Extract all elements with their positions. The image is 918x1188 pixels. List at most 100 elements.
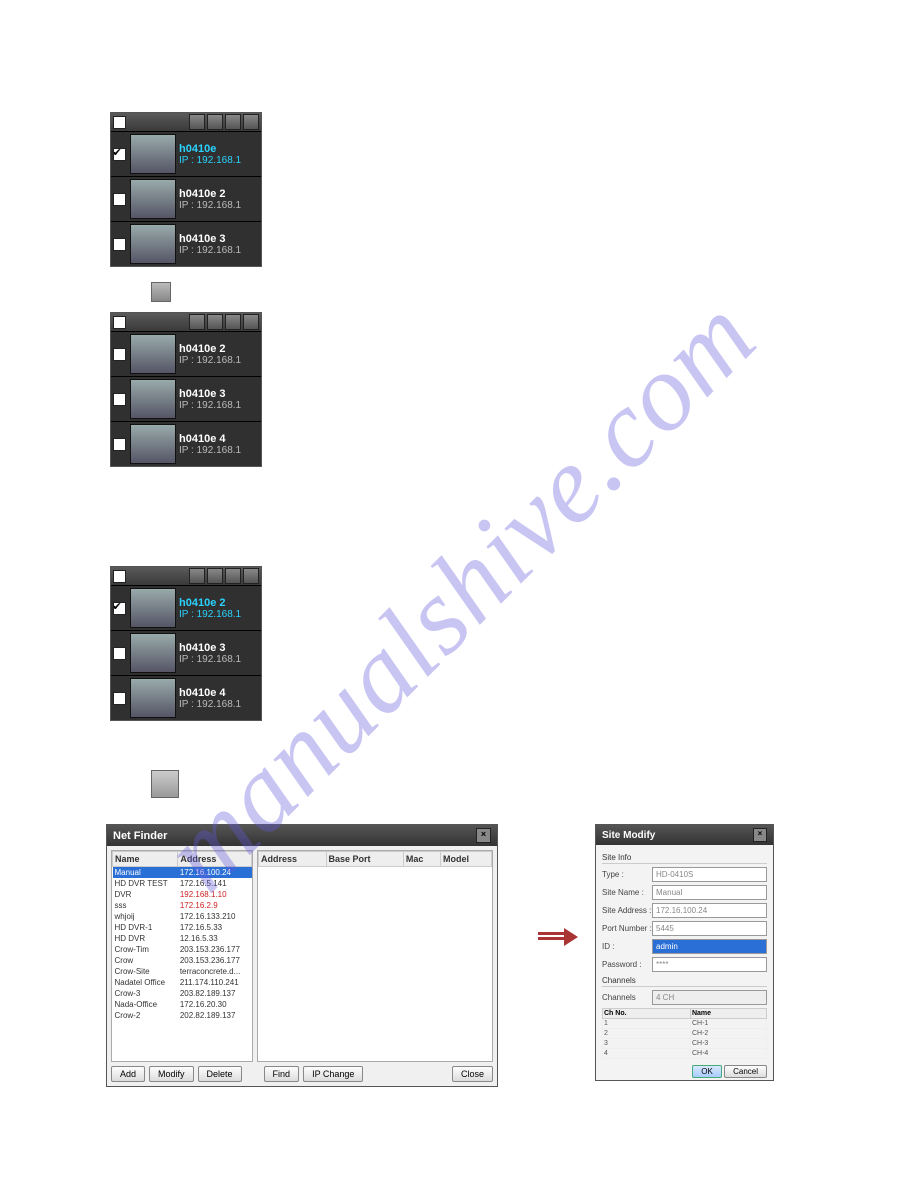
- field-label: Port Number :: [602, 924, 652, 933]
- device-panel-2: h0410e 2 IP : 192.168.1 h0410e 3 IP : 19…: [110, 312, 262, 467]
- device-name: h0410e: [179, 143, 261, 155]
- device-row[interactable]: h0410e 3 IP : 192.168.1: [111, 630, 261, 675]
- device-row[interactable]: h0410e 2 IP : 192.168.1: [111, 331, 261, 376]
- close-icon[interactable]: ×: [753, 828, 767, 842]
- port-input[interactable]: 5445: [652, 921, 767, 936]
- device-row[interactable]: h0410e IP : 192.168.1: [111, 131, 261, 176]
- table-row[interactable]: Manual172.16.100.24: [113, 867, 252, 879]
- table-row[interactable]: sss172.16.2.9: [113, 900, 252, 911]
- row-checkbox[interactable]: [113, 348, 126, 361]
- delete-button[interactable]: Delete: [198, 1066, 242, 1082]
- device-row[interactable]: h0410e 3 IP : 192.168.1: [111, 221, 261, 266]
- toolbar-icon[interactable]: [207, 314, 223, 330]
- table-row[interactable]: Crow-2202.82.189.137: [113, 1010, 252, 1021]
- device-row[interactable]: h0410e 3 IP : 192.168.1: [111, 376, 261, 421]
- sitename-input[interactable]: Manual: [652, 885, 767, 900]
- table-row[interactable]: Crow-3203.82.189.137: [113, 988, 252, 999]
- channels-table: Ch No. Name 1CH-12CH-23CH-34CH-4: [602, 1008, 767, 1059]
- row-checkbox[interactable]: [113, 193, 126, 206]
- toolbar-icon[interactable]: [189, 314, 205, 330]
- cell-name: Crow-2: [113, 1010, 178, 1021]
- cancel-button[interactable]: Cancel: [724, 1065, 767, 1078]
- device-thumbnail: [130, 179, 176, 219]
- table-row[interactable]: whjoij172.16.133.210: [113, 911, 252, 922]
- device-thumbnail: [130, 588, 176, 628]
- close-icon[interactable]: ×: [476, 828, 491, 843]
- device-row[interactable]: h0410e 4 IP : 192.168.1: [111, 421, 261, 466]
- table-row[interactable]: HD DVR TEST172.16.5.141: [113, 878, 252, 889]
- modify-button[interactable]: Modify: [149, 1066, 194, 1082]
- saved-sites-list[interactable]: Name Address Manual172.16.100.24HD DVR T…: [111, 850, 253, 1062]
- device-ip: IP : 192.168.1: [179, 245, 261, 256]
- cell-address: 172.16.2.9: [178, 900, 252, 911]
- device-row[interactable]: h0410e 4 IP : 192.168.1: [111, 675, 261, 720]
- toolbar-icon[interactable]: [243, 314, 259, 330]
- table-row[interactable]: DVR192.168.1.10: [113, 889, 252, 900]
- device-thumbnail: [130, 334, 176, 374]
- table-row[interactable]: Crow-Siteterraconcrete.d...: [113, 966, 252, 977]
- cell-name: HD DVR-1: [113, 922, 178, 933]
- col-header: Base Port: [326, 852, 403, 867]
- toolbar-icon[interactable]: [207, 568, 223, 584]
- toolbar-icon[interactable]: [189, 114, 205, 130]
- table-row[interactable]: Crow-Tim203.153.236.177: [113, 944, 252, 955]
- select-all-checkbox[interactable]: [113, 316, 126, 329]
- ok-button[interactable]: OK: [692, 1065, 722, 1078]
- close-button[interactable]: Close: [452, 1066, 493, 1082]
- cell-chname: CH-2: [690, 1029, 766, 1039]
- row-checkbox[interactable]: [113, 393, 126, 406]
- toolbar-icon[interactable]: [225, 114, 241, 130]
- toolbar-icon[interactable]: [243, 114, 259, 130]
- siteaddress-input[interactable]: 172.16.100.24: [652, 903, 767, 918]
- channels-select[interactable]: 4 CH: [652, 990, 767, 1005]
- row-checkbox[interactable]: [113, 692, 126, 705]
- cell-address: 172.16.5.141: [178, 878, 252, 889]
- device-name: h0410e 4: [179, 433, 261, 445]
- device-thumbnail: [130, 633, 176, 673]
- row-checkbox[interactable]: [113, 647, 126, 660]
- password-input[interactable]: ****: [652, 957, 767, 972]
- cell-chno: 4: [603, 1049, 691, 1059]
- row-checkbox[interactable]: [113, 602, 126, 615]
- device-thumbnail: [130, 424, 176, 464]
- table-row: 2CH-2: [603, 1029, 767, 1039]
- table-row[interactable]: HD DVR-1172.16.5.33: [113, 922, 252, 933]
- toolbar-icon[interactable]: [243, 568, 259, 584]
- ipchange-button[interactable]: IP Change: [303, 1066, 363, 1082]
- cell-name: HD DVR: [113, 933, 178, 944]
- select-all-checkbox[interactable]: [113, 570, 126, 583]
- type-select[interactable]: HD-0410S: [652, 867, 767, 882]
- id-input[interactable]: admin: [652, 939, 767, 954]
- col-header: Ch No.: [603, 1009, 691, 1019]
- modify-site-icon[interactable]: [151, 770, 179, 798]
- device-name: h0410e 2: [179, 188, 261, 200]
- row-checkbox[interactable]: [113, 148, 126, 161]
- device-ip: IP : 192.168.1: [179, 699, 261, 710]
- field-label: Site Name :: [602, 888, 652, 897]
- cell-chno: 2: [603, 1029, 691, 1039]
- table-row: 1CH-1: [603, 1019, 767, 1029]
- toolbar-icon[interactable]: [225, 314, 241, 330]
- cell-address: 12.16.5.33: [178, 933, 252, 944]
- table-row[interactable]: Nadatel Office211.174.110.241: [113, 977, 252, 988]
- device-thumbnail: [130, 134, 176, 174]
- device-ip: IP : 192.168.1: [179, 654, 261, 665]
- toolbar-icon[interactable]: [207, 114, 223, 130]
- table-row[interactable]: Crow203.153.236.177: [113, 955, 252, 966]
- row-checkbox[interactable]: [113, 238, 126, 251]
- table-row[interactable]: Nada-Office172.16.20.30: [113, 999, 252, 1010]
- found-devices-list[interactable]: Address Base Port Mac Model: [257, 850, 493, 1062]
- add-button[interactable]: Add: [111, 1066, 145, 1082]
- delete-site-icon[interactable]: [151, 282, 171, 302]
- device-row[interactable]: h0410e 2 IP : 192.168.1: [111, 585, 261, 630]
- toolbar-icon[interactable]: [189, 568, 205, 584]
- table-row[interactable]: HD DVR12.16.5.33: [113, 933, 252, 944]
- toolbar-icon[interactable]: [225, 568, 241, 584]
- dialog-title: Net Finder: [113, 830, 167, 842]
- select-all-checkbox[interactable]: [113, 116, 126, 129]
- device-name: h0410e 4: [179, 687, 261, 699]
- row-checkbox[interactable]: [113, 438, 126, 451]
- col-header: Mac: [403, 852, 440, 867]
- find-button[interactable]: Find: [264, 1066, 300, 1082]
- device-row[interactable]: h0410e 2 IP : 192.168.1: [111, 176, 261, 221]
